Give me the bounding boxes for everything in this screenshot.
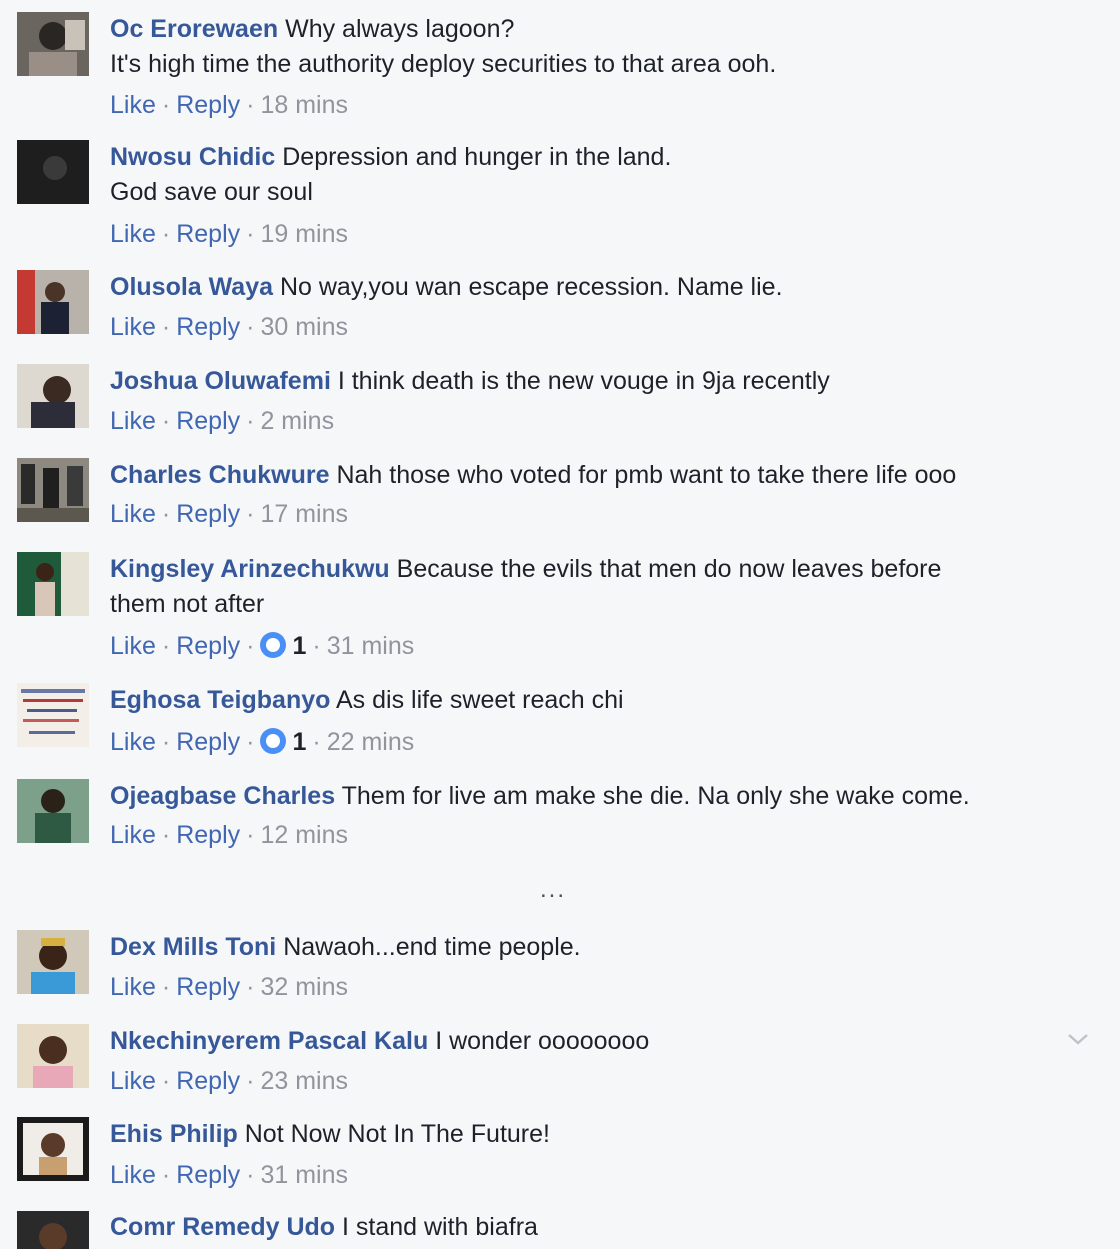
comment-text-line2: God save our soul	[110, 178, 313, 206]
avatar[interactable]	[17, 364, 89, 428]
comment-text: Nah those who voted for pmb want to take…	[336, 461, 957, 489]
comment-time[interactable]: 32 mins	[260, 973, 348, 1001]
like-link[interactable]: Like	[110, 1161, 156, 1189]
comment-text: Depression and hunger in the land.	[282, 143, 672, 171]
comment-time[interactable]: 31 mins	[327, 632, 415, 660]
comment-text: Not Now Not In The Future!	[244, 1120, 550, 1148]
comment-time[interactable]: 2 mins	[260, 407, 334, 435]
reply-link[interactable]: Reply	[176, 821, 240, 849]
like-reaction-icon[interactable]	[260, 728, 287, 754]
comment-text-line2: them not after	[110, 590, 265, 618]
comment-author[interactable]: Kingsley Arinzechukwu	[110, 555, 390, 583]
comment-time[interactable]: 18 mins	[260, 91, 348, 119]
like-link[interactable]: Like	[110, 407, 156, 435]
avatar[interactable]	[17, 930, 89, 994]
comment-text: Them for live am make she die. Na only s…	[341, 782, 970, 810]
avatar[interactable]	[17, 552, 89, 616]
comment-author[interactable]: Joshua Oluwafemi	[110, 367, 331, 395]
comment-author[interactable]: Dex Mills Toni	[110, 933, 276, 961]
avatar[interactable]	[17, 12, 89, 76]
avatar[interactable]	[17, 1211, 89, 1249]
comment-author[interactable]: Oc Erorewaen	[110, 15, 278, 43]
comment-text: Because the evils that men do now leaves…	[396, 555, 942, 583]
reply-link[interactable]: Reply	[176, 1067, 240, 1095]
like-reaction-icon[interactable]	[260, 632, 287, 658]
avatar[interactable]	[17, 270, 89, 334]
comment-time[interactable]: 30 mins	[260, 313, 348, 341]
comment-text: I wonder oooooooo	[435, 1027, 650, 1055]
comment-text: I stand with biafra	[342, 1213, 538, 1241]
comment-text-line2: It's high time the authority deploy secu…	[110, 50, 777, 78]
like-link[interactable]: Like	[110, 632, 156, 660]
comment-time[interactable]: 19 mins	[260, 220, 348, 248]
comment-author[interactable]: Comr Remedy Udo	[110, 1213, 335, 1241]
avatar[interactable]	[17, 1024, 89, 1088]
comment-time[interactable]: 12 mins	[260, 821, 348, 849]
comment-author[interactable]: Ehis Philip	[110, 1120, 238, 1148]
reply-link[interactable]: Reply	[176, 973, 240, 1001]
reply-link[interactable]: Reply	[176, 407, 240, 435]
avatar[interactable]	[17, 779, 89, 843]
like-link[interactable]: Like	[110, 728, 156, 756]
reply-link[interactable]: Reply	[176, 220, 240, 248]
comment-author[interactable]: Olusola Waya	[110, 273, 273, 301]
comment-text: I think death is the new vouge in 9ja re…	[337, 367, 830, 395]
comment-author[interactable]: Nwosu Chidic	[110, 143, 275, 171]
avatar[interactable]	[17, 1117, 89, 1181]
avatar[interactable]	[17, 683, 89, 747]
reply-link[interactable]: Reply	[176, 313, 240, 341]
comment-author[interactable]: Charles Chukwure	[110, 461, 330, 489]
reply-link[interactable]: Reply	[176, 632, 240, 660]
like-link[interactable]: Like	[110, 91, 156, 119]
comment-time[interactable]: 31 mins	[260, 1161, 348, 1189]
comment-text: Nawaoh...end time people.	[283, 933, 581, 961]
reply-link[interactable]: Reply	[176, 1161, 240, 1189]
like-link[interactable]: Like	[110, 220, 156, 248]
comment-time[interactable]: 22 mins	[327, 728, 415, 756]
comment-author[interactable]: Ojeagbase Charles	[110, 782, 335, 810]
reaction-count[interactable]: 1	[292, 728, 306, 756]
like-link[interactable]: Like	[110, 1067, 156, 1095]
like-link[interactable]: Like	[110, 313, 156, 341]
comment-author[interactable]: Eghosa Teigbanyo	[110, 686, 330, 714]
comment-text: No way,you wan escape recession. Name li…	[279, 273, 783, 301]
comment-text: Why always lagoon?	[285, 15, 515, 43]
avatar[interactable]	[17, 140, 89, 204]
reply-link[interactable]: Reply	[176, 91, 240, 119]
chevron-down-icon[interactable]	[1066, 1030, 1090, 1048]
more-comments-separator[interactable]: ...	[540, 876, 566, 904]
comment-time[interactable]: 23 mins	[260, 1067, 348, 1095]
reply-link[interactable]: Reply	[176, 728, 240, 756]
like-link[interactable]: Like	[110, 973, 156, 1001]
comment-author[interactable]: Nkechinyerem Pascal Kalu	[110, 1027, 428, 1055]
comment-time[interactable]: 17 mins	[260, 500, 348, 528]
like-link[interactable]: Like	[110, 500, 156, 528]
avatar[interactable]	[17, 458, 89, 522]
reply-link[interactable]: Reply	[176, 500, 240, 528]
like-link[interactable]: Like	[110, 821, 156, 849]
reaction-count[interactable]: 1	[292, 632, 306, 660]
comment-text: As dis life sweet reach chi	[335, 686, 624, 714]
